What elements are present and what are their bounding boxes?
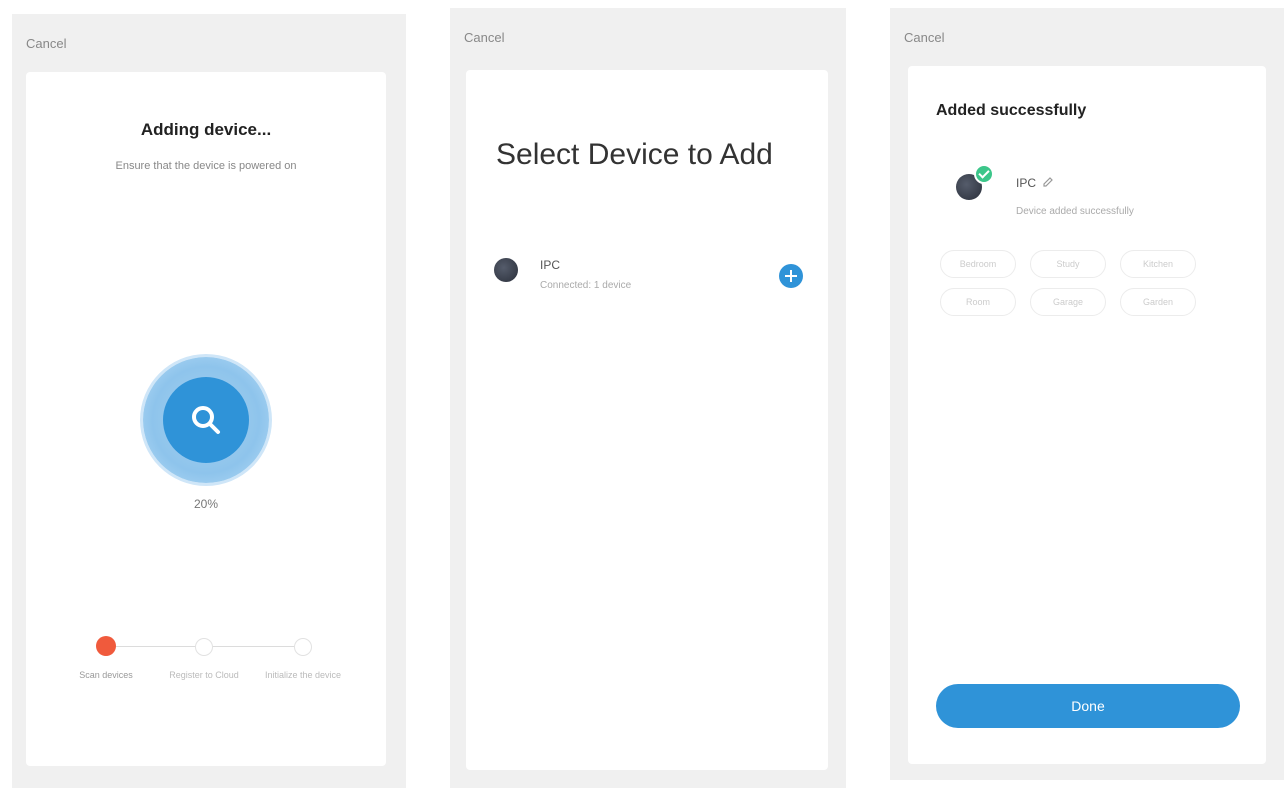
room-chip[interactable]: Garden xyxy=(1120,288,1196,316)
add-device-button[interactable] xyxy=(779,264,803,288)
added-successfully-screen: Cancel Added successfully IPC Device add… xyxy=(890,8,1284,780)
page-title: Added successfully xyxy=(936,102,1087,119)
step-dot-register xyxy=(195,638,213,656)
progress-percent: 20% xyxy=(193,497,219,511)
device-status: Device added successfully xyxy=(1016,206,1134,217)
step-label-register: Register to Cloud xyxy=(169,670,239,680)
cancel-button[interactable]: Cancel xyxy=(464,30,504,45)
cancel-button[interactable]: Cancel xyxy=(904,30,944,45)
camera-icon xyxy=(494,258,518,282)
added-successfully-card: Added successfully IPC Device added succ… xyxy=(908,66,1266,764)
select-device-screen: Cancel Select Device to Add IPC Connecte… xyxy=(450,8,846,788)
select-device-card: Select Device to Add IPC Connected: 1 de… xyxy=(466,70,828,770)
step-dot-scan xyxy=(96,636,116,656)
cancel-button[interactable]: Cancel xyxy=(26,36,66,51)
step-dot-initialize xyxy=(294,638,312,656)
room-chip[interactable]: Kitchen xyxy=(1120,250,1196,278)
step-label-scan: Scan devices xyxy=(79,670,133,680)
room-chip[interactable]: Study xyxy=(1030,250,1106,278)
device-name: IPC xyxy=(1016,176,1037,190)
check-icon xyxy=(974,164,994,184)
page-title: Select Device to Add xyxy=(496,138,773,171)
done-button[interactable]: Done xyxy=(936,684,1240,728)
edit-icon[interactable] xyxy=(1042,176,1054,188)
adding-device-screen: Cancel Adding device... Ensure that the … xyxy=(12,14,406,788)
page-subtitle: Ensure that the device is powered on xyxy=(115,160,297,172)
room-chip[interactable]: Room xyxy=(940,288,1016,316)
adding-device-card: Adding device... Ensure that the device … xyxy=(26,72,386,766)
scan-animation xyxy=(143,357,269,483)
page-title: Adding device... xyxy=(140,120,272,139)
step-label-initialize: Initialize the device xyxy=(264,670,342,680)
scan-button xyxy=(163,377,249,463)
device-list-item[interactable]: IPC Connected: 1 device xyxy=(466,246,828,306)
room-chip[interactable]: Bedroom xyxy=(940,250,1016,278)
device-name: IPC xyxy=(540,258,561,272)
device-status: Connected: 1 device xyxy=(540,280,632,291)
room-chip[interactable]: Garage xyxy=(1030,288,1106,316)
search-icon xyxy=(192,406,220,434)
